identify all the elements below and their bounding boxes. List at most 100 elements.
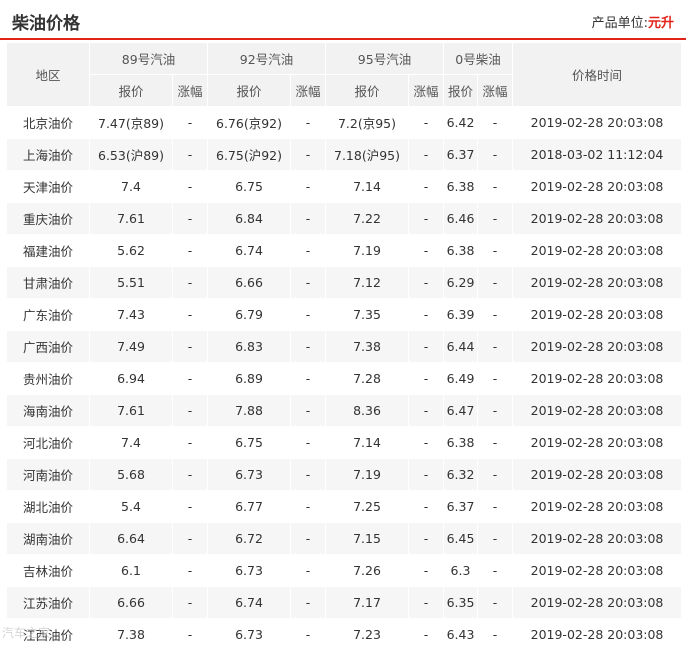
change-0: -	[476, 522, 514, 555]
price-89: 7.61	[89, 202, 173, 235]
price-89: 7.43	[89, 298, 173, 331]
price-89: 7.49	[89, 330, 173, 363]
price-95: 7.14	[325, 170, 409, 203]
price-89: 5.4	[89, 490, 173, 523]
col-0-price-header: 报价	[443, 74, 478, 107]
price-95: 8.36	[325, 394, 409, 427]
price-95: 7.19	[325, 234, 409, 267]
region-link[interactable]: 河南油价	[6, 458, 90, 491]
change-89: -	[172, 202, 208, 235]
change-95: -	[408, 202, 444, 235]
region-link[interactable]: 广东油价	[6, 298, 90, 331]
change-95: -	[408, 170, 444, 203]
price-time: 2019-02-28 20:03:08	[512, 298, 683, 331]
region-link[interactable]: 湖北油价	[6, 490, 90, 523]
price-89: 7.4	[89, 426, 173, 459]
price-92: 6.72	[207, 522, 291, 555]
price-95: 7.18(沪95)	[325, 138, 409, 171]
table-row: 天津油价 7.4-6.75-7.14-6.38-2019-02-28 20:03:…	[6, 170, 683, 203]
region-link[interactable]: 重庆油价	[6, 202, 90, 235]
price-95: 7.15	[325, 522, 409, 555]
change-0: -	[476, 330, 514, 363]
change-92: -	[290, 266, 326, 299]
region-link[interactable]: 甘肃油价	[6, 266, 90, 299]
price-89: 6.94	[89, 362, 173, 395]
change-92: -	[290, 138, 326, 171]
col-time-header: 价格时间	[512, 42, 683, 107]
price-92: 6.73	[207, 554, 291, 587]
table-row: 江苏油价 6.66-6.74-7.17-6.35-2019-02-28 20:03…	[6, 586, 683, 619]
price-0: 6.3	[443, 554, 478, 587]
unit-value: 元升	[647, 16, 674, 31]
change-89: -	[172, 234, 208, 267]
price-89: 6.53(沪89)	[89, 138, 173, 171]
price-time: 2019-02-28 20:03:08	[512, 522, 683, 555]
change-89: -	[172, 522, 208, 555]
col-89-header: 89号汽油	[89, 42, 208, 75]
price-89: 6.64	[89, 522, 173, 555]
change-0: -	[476, 106, 514, 139]
region-link[interactable]: 海南油价	[6, 394, 90, 427]
change-95: -	[408, 618, 444, 651]
price-92: 6.89	[207, 362, 291, 395]
region-link[interactable]: 贵州油价	[6, 362, 90, 395]
price-0: 6.35	[443, 586, 478, 619]
change-92: -	[290, 330, 326, 363]
col-89-price-header: 报价	[89, 74, 173, 107]
table-row: 河北油价 7.4-6.75-7.14-6.38-2019-02-28 20:03:…	[6, 426, 683, 459]
change-0: -	[476, 394, 514, 427]
change-95: -	[408, 266, 444, 299]
change-89: -	[172, 426, 208, 459]
region-link[interactable]: 湖南油价	[6, 522, 90, 555]
region-link[interactable]: 福建油价	[6, 234, 90, 267]
region-link[interactable]: 北京油价	[6, 106, 90, 139]
col-92-change-header: 涨幅	[290, 74, 326, 107]
page-title: 柴油价格	[12, 14, 80, 34]
price-time: 2019-02-28 20:03:08	[512, 266, 683, 299]
price-89: 6.1	[89, 554, 173, 587]
price-time: 2019-02-28 20:03:08	[512, 618, 683, 651]
region-link[interactable]: 广西油价	[6, 330, 90, 363]
change-89: -	[172, 138, 208, 171]
price-time: 2019-02-28 20:03:08	[512, 490, 683, 523]
change-0: -	[476, 298, 514, 331]
change-0: -	[476, 586, 514, 619]
table-row: 广东油价 7.43-6.79-7.35-6.39-2019-02-28 20:03…	[6, 298, 683, 331]
region-link[interactable]: 河北油价	[6, 426, 90, 459]
price-92: 6.73	[207, 618, 291, 651]
table-row: 上海油价 6.53(沪89) -6.75(沪92) -7.18(沪95) -6.37-2…	[6, 138, 683, 171]
price-time: 2018-03-02 11:12:04	[512, 138, 683, 171]
region-link[interactable]: 吉林油价	[6, 554, 90, 587]
change-92: -	[290, 234, 326, 267]
change-95: -	[408, 554, 444, 587]
price-89: 7.38	[89, 618, 173, 651]
price-0: 6.38	[443, 170, 478, 203]
change-0: -	[476, 266, 514, 299]
price-0: 6.38	[443, 234, 478, 267]
page-header: 柴油价格 产品单位:元升	[0, 0, 686, 40]
price-89: 7.47(京89)	[89, 106, 173, 139]
table-row: 北京油价 7.47(京89) -6.76(京92) -7.2(京95) -6.42-20…	[6, 106, 683, 139]
change-0: -	[476, 202, 514, 235]
region-link[interactable]: 上海油价	[6, 138, 90, 171]
price-89: 7.4	[89, 170, 173, 203]
price-time: 2019-02-28 20:03:08	[512, 554, 683, 587]
region-link[interactable]: 江苏油价	[6, 586, 90, 619]
price-89: 5.68	[89, 458, 173, 491]
price-95: 7.25	[325, 490, 409, 523]
change-0: -	[476, 234, 514, 267]
price-92: 6.75	[207, 426, 291, 459]
change-0: -	[476, 554, 514, 587]
price-0: 6.44	[443, 330, 478, 363]
price-0: 6.45	[443, 522, 478, 555]
change-95: -	[408, 490, 444, 523]
price-92: 6.75(沪92)	[207, 138, 291, 171]
price-89: 7.61	[89, 394, 173, 427]
price-time: 2019-02-28 20:03:08	[512, 106, 683, 139]
region-link[interactable]: 天津油价	[6, 170, 90, 203]
price-89: 5.51	[89, 266, 173, 299]
price-89: 6.66	[89, 586, 173, 619]
price-92: 6.75	[207, 170, 291, 203]
change-95: -	[408, 362, 444, 395]
change-92: -	[290, 426, 326, 459]
